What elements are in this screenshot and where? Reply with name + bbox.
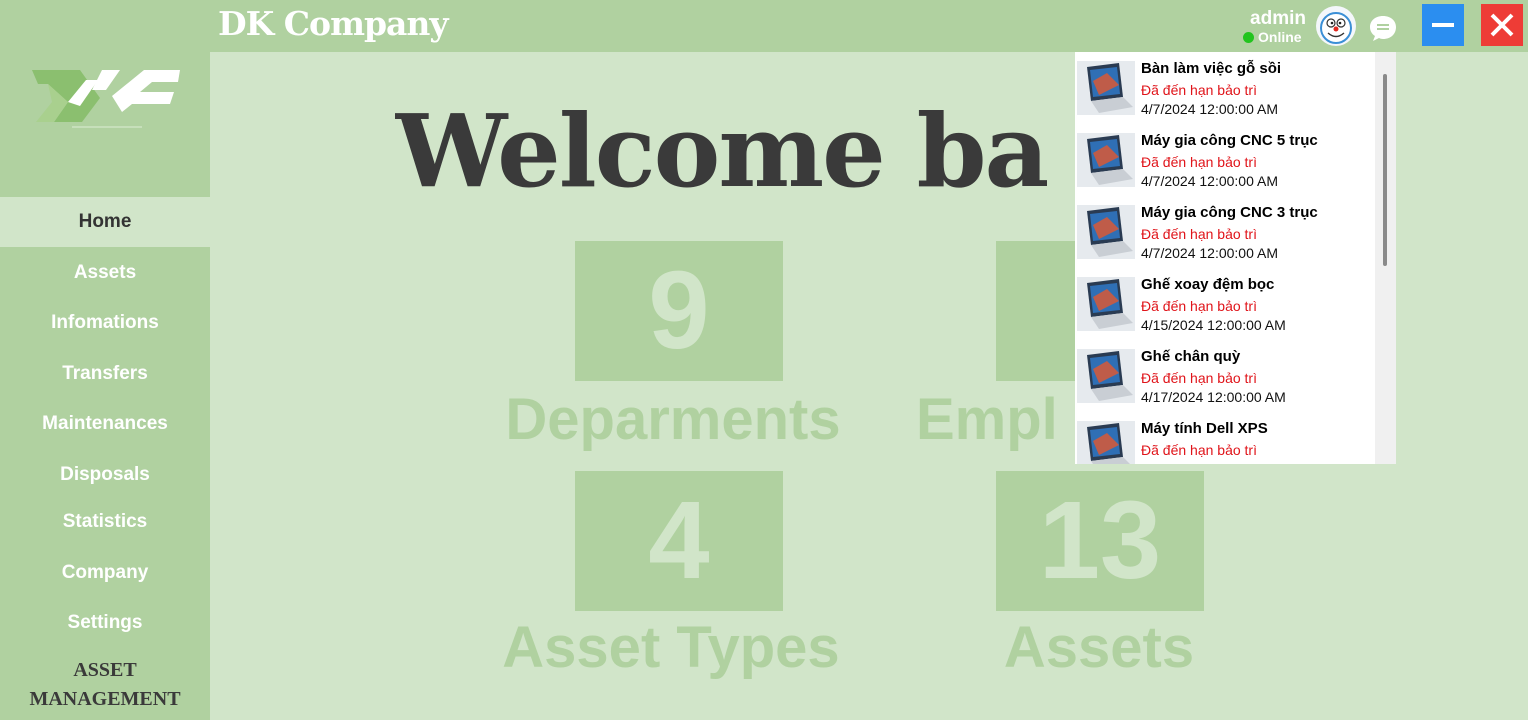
scrollbar-thumb[interactable] [1383, 74, 1387, 266]
notification-title: Bàn làm việc gỗ sồi [1141, 60, 1282, 77]
user-status-label: Online [1258, 29, 1302, 45]
sidebar-item-assets[interactable]: Assets [0, 248, 210, 298]
dk-logo [28, 62, 184, 140]
stat-employees-label: Empl [916, 388, 1058, 452]
notification-item[interactable]: Máy gia công CNC 5 trục Đã đến hạn bảo t… [1075, 124, 1375, 196]
stat-asset-types-value: 4 [575, 471, 783, 611]
notification-date: 4/7/2024 12:00:00 AM [1141, 245, 1278, 261]
laptop-image-icon [1077, 349, 1135, 403]
laptop-image-icon [1077, 61, 1135, 115]
stat-asset-types-label: Asset Types [502, 615, 840, 680]
notification-title: Máy gia công CNC 5 trục [1141, 132, 1318, 149]
notification-title: Máy gia công CNC 3 trục [1141, 204, 1318, 221]
notification-item[interactable]: Máy gia công CNC 3 trục Đã đến hạn bảo t… [1075, 196, 1375, 268]
notifications-scrollbar[interactable] [1375, 52, 1396, 464]
notification-status: Đã đến hạn bảo trì [1141, 82, 1257, 98]
notification-item[interactable]: Ghế chân quỳ Đã đến hạn bảo trì 4/17/202… [1075, 340, 1375, 412]
avatar[interactable] [1316, 6, 1356, 46]
user-status: Online [1243, 29, 1302, 45]
notification-item[interactable]: Ghế xoay đệm bọc Đã đến hạn bảo trì 4/15… [1075, 268, 1375, 340]
notifications-panel[interactable]: Bàn làm việc gỗ sồi Đã đến hạn bảo trì 4… [1075, 52, 1396, 464]
asset-thumbnail [1077, 349, 1135, 403]
welcome-heading: Welcome ba [395, 92, 1049, 210]
stat-departments-label: Deparments [505, 387, 841, 452]
notification-status: Đã đến hạn bảo trì [1141, 442, 1257, 458]
notification-status: Đã đến hạn bảo trì [1141, 226, 1257, 242]
asset-thumbnail [1077, 421, 1135, 464]
asset-thumbnail [1077, 61, 1135, 115]
sidebar-item-company[interactable]: Company [0, 548, 210, 598]
dk-logo-icon [32, 70, 180, 128]
sidebar-item-statistics[interactable]: Statistics [0, 497, 210, 547]
sidebar-item-disposals[interactable]: Disposals [0, 450, 210, 500]
notification-date: 4/17/2024 12:00:00 AM [1141, 389, 1286, 405]
asset-thumbnail [1077, 205, 1135, 259]
avatar-face-icon [1320, 12, 1352, 44]
sidebar: Home Assets Infomations Transfers Mainte… [0, 52, 210, 720]
asset-thumbnail [1077, 133, 1135, 187]
notification-date: 4/15/2024 12:00:00 AM [1141, 317, 1286, 333]
laptop-image-icon [1077, 421, 1135, 464]
notification-status: Đã đến hạn bảo trì [1141, 154, 1257, 170]
notification-date: 4/7/2024 12:00:00 AM [1141, 173, 1278, 189]
notification-item[interactable]: Máy tính Dell XPS Đã đến hạn bảo trì [1075, 412, 1375, 464]
laptop-image-icon [1077, 277, 1135, 331]
minimize-icon [1432, 23, 1454, 27]
user-name: admin [1250, 8, 1306, 29]
sidebar-footer: ASSET MANAGEMENT [0, 656, 210, 714]
notification-status: Đã đến hạn bảo trì [1141, 370, 1257, 386]
sidebar-item-maintenances[interactable]: Maintenances [0, 399, 210, 449]
chat-bubble-icon [1370, 16, 1396, 41]
notification-title: Ghế xoay đệm bọc [1141, 276, 1275, 293]
footer-line-1: ASSET [73, 659, 137, 681]
sidebar-item-infomations[interactable]: Infomations [0, 298, 210, 348]
asset-thumbnail [1077, 277, 1135, 331]
footer-line-2: MANAGEMENT [29, 688, 181, 710]
stat-departments-value: 9 [575, 241, 783, 381]
stat-assets-label: Assets [1003, 615, 1195, 680]
online-dot-icon [1243, 32, 1254, 43]
chat-icon[interactable] [1367, 12, 1399, 44]
close-button[interactable] [1481, 4, 1523, 46]
notification-date: 4/7/2024 12:00:00 AM [1141, 101, 1278, 117]
laptop-image-icon [1077, 133, 1135, 187]
app-title: DK Company [218, 4, 449, 43]
notification-item[interactable]: Bàn làm việc gỗ sồi Đã đến hạn bảo trì 4… [1075, 52, 1375, 124]
minimize-button[interactable] [1422, 4, 1464, 46]
notification-title: Ghế chân quỳ [1141, 348, 1241, 365]
sidebar-item-home[interactable]: Home [0, 197, 210, 247]
sidebar-item-transfers[interactable]: Transfers [0, 349, 210, 399]
notification-title: Máy tính Dell XPS [1141, 420, 1268, 437]
close-icon [1490, 13, 1514, 37]
stat-assets-value: 13 [996, 471, 1204, 611]
sidebar-item-settings[interactable]: Settings [0, 598, 210, 648]
notification-status: Đã đến hạn bảo trì [1141, 298, 1257, 314]
laptop-image-icon [1077, 205, 1135, 259]
